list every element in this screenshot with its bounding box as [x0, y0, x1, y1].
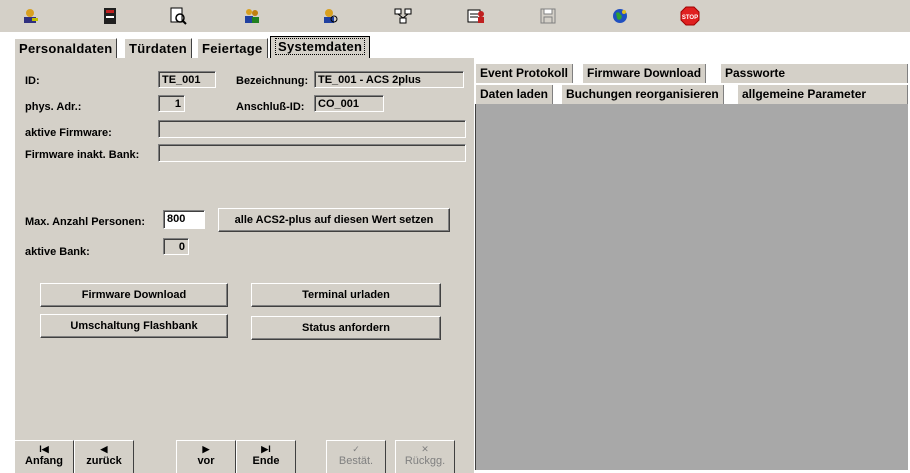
tab-systemdaten[interactable]: Systemdaten — [270, 36, 371, 60]
anschluss-id-label: Anschluß-ID: — [236, 101, 305, 113]
user-card-icon[interactable] — [466, 6, 486, 26]
nav-vor-button[interactable]: ▶ vor — [176, 440, 236, 473]
first-record-icon: I◀ — [39, 444, 49, 454]
tab-passworte[interactable]: Passworte — [720, 64, 908, 83]
print-preview-icon[interactable] — [168, 6, 188, 26]
aktive-firmware-field — [158, 120, 466, 138]
stop-icon[interactable]: STOP — [680, 6, 700, 26]
undo-cross-icon: ✕ — [421, 444, 429, 454]
max-personen-label: Max. Anzahl Personen: — [25, 216, 146, 228]
tab-firmware-download[interactable]: Firmware Download — [582, 64, 707, 83]
tab-tuerdaten[interactable]: Türdaten — [124, 38, 193, 59]
phys-adr-field: 1 — [158, 95, 185, 112]
persons-icon[interactable] — [242, 6, 262, 26]
tab-allgemeine-parameter[interactable]: allgemeine Parameter — [737, 85, 908, 104]
globe-icon[interactable] — [610, 6, 630, 26]
umschaltung-flashbank-button[interactable]: Umschaltung Flashbank — [40, 314, 228, 338]
id-field: TE_001 — [158, 71, 216, 88]
network-icon[interactable] — [393, 6, 413, 26]
max-personen-input[interactable]: 800 — [163, 210, 205, 229]
tab-personaldaten[interactable]: Personaldaten — [14, 38, 118, 59]
id-label: ID: — [25, 75, 40, 87]
person-search-icon[interactable] — [320, 6, 340, 26]
tab-daten-laden[interactable]: Daten laden — [475, 85, 554, 104]
tab-feiertage[interactable]: Feiertage — [197, 38, 268, 59]
nav-anfang-button[interactable]: I◀ Anfang — [14, 440, 74, 473]
tab-buchungen-reorganisieren[interactable]: Buchungen reorganisieren — [561, 85, 724, 104]
toolbar: STOP — [0, 0, 910, 32]
tab-event-protokoll[interactable]: Event Protokoll — [475, 64, 574, 83]
firmware-download-button[interactable]: Firmware Download — [40, 283, 228, 307]
nav-zurueck-button[interactable]: ◀ zurück — [74, 440, 134, 473]
right-content-area — [475, 104, 908, 470]
set-all-acs2-button[interactable]: alle ACS2-plus auf diesen Wert setzen — [218, 208, 450, 232]
aktive-bank-label: aktive Bank: — [25, 246, 90, 258]
anschluss-id-field: CO_001 — [314, 95, 384, 112]
checkmark-icon: ✓ — [352, 444, 360, 454]
terminal-urladen-button[interactable]: Terminal urladen — [251, 283, 441, 307]
save-disk-icon — [538, 6, 558, 26]
firmware-inakt-bank-field — [158, 144, 466, 162]
book-icon[interactable] — [100, 6, 120, 26]
nav-ende-button[interactable]: ▶I Ende — [236, 440, 296, 473]
next-record-icon: ▶ — [202, 444, 210, 454]
last-record-icon: ▶I — [261, 444, 271, 454]
bezeichnung-field: TE_001 - ACS 2plus — [314, 71, 464, 88]
status-anfordern-button[interactable]: Status anfordern — [251, 316, 441, 340]
aktive-firmware-label: aktive Firmware: — [25, 127, 112, 139]
bezeichnung-label: Bezeichnung: — [236, 75, 309, 87]
previous-record-icon: ◀ — [100, 444, 108, 454]
firmware-inakt-bank-label: Firmware inakt. Bank: — [25, 149, 140, 161]
phys-adr-label: phys. Adr.: — [25, 101, 82, 113]
nav-bestaetigen-button: ✓ Bestät. — [326, 440, 386, 473]
nav-rueckgaengig-button: ✕ Rückgg. — [395, 440, 455, 473]
svg-text:STOP: STOP — [682, 15, 698, 21]
people-key-icon[interactable] — [20, 6, 40, 26]
aktive-bank-field: 0 — [163, 238, 189, 255]
